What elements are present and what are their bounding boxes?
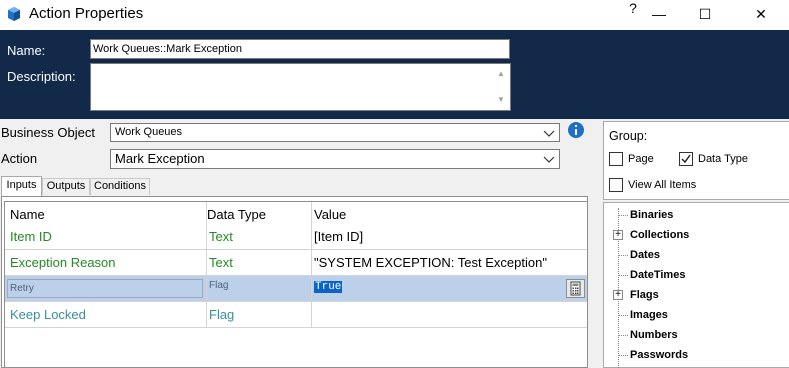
properties-header: Name: Work Queues::Mark Exception Descri… [0, 30, 789, 119]
tree-node-passwords[interactable]: Passwords [630, 349, 688, 361]
tree-connector [618, 215, 628, 216]
table-row[interactable]: Exception Reason Text "SYSTEM EXCEPTION:… [5, 250, 587, 276]
group-label: Group: [609, 129, 648, 143]
group-panel: Group: Page Data Type View All Items [603, 121, 789, 200]
param-type: Flag [209, 280, 229, 291]
expression-editor-button[interactable] [566, 279, 585, 298]
action-dropdown[interactable]: Mark Exception [110, 149, 560, 169]
description-scrollbar[interactable]: ▲ ▼ [493, 64, 510, 110]
description-label: Description: [7, 69, 76, 84]
name-field[interactable]: Work Queues::Mark Exception [90, 39, 510, 59]
param-value-editor[interactable]: True [314, 281, 343, 293]
data-type-checkbox[interactable] [679, 152, 693, 166]
column-header-data-type[interactable]: Data Type [207, 207, 266, 222]
title-bar: Action Properties ? — ☐ ✕ [0, 0, 789, 30]
page-checkbox[interactable] [609, 152, 623, 166]
tab-inputs[interactable]: Inputs [1, 176, 42, 196]
column-divider [206, 202, 207, 327]
name-label: Name: [7, 43, 46, 58]
tree-node-images[interactable]: Images [630, 309, 668, 321]
inputs-grid: Name Data Type Value Item ID Text [Item … [1, 196, 588, 368]
business-object-dropdown[interactable]: Work Queues [110, 123, 560, 142]
tree-connector [618, 315, 628, 316]
tree-connector [618, 255, 628, 256]
grid-body: Name Data Type Value Item ID Text [Item … [4, 201, 587, 367]
tab-outputs[interactable]: Outputs [42, 178, 90, 195]
tree-connector [618, 355, 628, 356]
tree-node-datetimes[interactable]: DateTimes [630, 269, 685, 281]
close-button[interactable]: ✕ [738, 0, 784, 30]
business-object-label: Business Object [1, 125, 95, 140]
column-header-value[interactable]: Value [314, 207, 346, 222]
param-name: Item ID [10, 229, 52, 244]
tree-node-collections[interactable]: Collections [630, 229, 689, 241]
window-title: Action Properties [29, 5, 144, 22]
param-value[interactable]: [Item ID] [314, 229, 363, 244]
expand-flags-icon[interactable]: + [613, 290, 623, 300]
action-value: Mark Exception [115, 151, 205, 166]
param-type: Text [209, 229, 233, 244]
tree-node-flags[interactable]: Flags [630, 289, 659, 301]
action-label: Action [1, 151, 38, 166]
chevron-down-icon[interactable] [543, 152, 555, 166]
expand-collections-icon[interactable]: + [613, 230, 623, 240]
data-item-tree: Binaries + Collections Dates DateTimes +… [603, 202, 789, 368]
view-all-items-checkbox[interactable] [609, 178, 623, 192]
table-row-selected[interactable]: Retry Flag True [5, 276, 587, 302]
param-name: Retry [7, 279, 203, 298]
business-object-value: Work Queues [115, 126, 183, 138]
info-icon[interactable] [568, 122, 584, 138]
calculator-icon [570, 281, 581, 296]
maximize-button[interactable]: ☐ [682, 0, 728, 30]
table-row[interactable]: Item ID Text [Item ID] [5, 224, 587, 250]
view-all-items-label: View All Items [628, 179, 697, 191]
minimize-button[interactable]: — [636, 0, 682, 30]
table-row[interactable]: Keep Locked Flag [5, 302, 587, 328]
param-type: Text [209, 255, 233, 270]
param-value[interactable]: "SYSTEM EXCEPTION: Test Exception" [314, 255, 547, 270]
page-checkbox-label: Page [628, 153, 654, 165]
tree-connector [618, 335, 628, 336]
data-type-checkbox-label: Data Type [698, 153, 748, 165]
blue-prism-app-icon [6, 6, 22, 22]
param-name: Exception Reason [10, 255, 116, 270]
column-divider [311, 202, 312, 327]
scroll-down-icon[interactable]: ▼ [497, 95, 505, 104]
chevron-down-icon[interactable] [543, 126, 555, 140]
tab-conditions[interactable]: Conditions [90, 178, 150, 195]
param-name: Keep Locked [10, 307, 86, 322]
param-type: Flag [209, 307, 235, 322]
tree-node-numbers[interactable]: Numbers [630, 329, 678, 341]
scroll-up-icon[interactable]: ▲ [497, 69, 505, 78]
description-field[interactable]: ▲ ▼ [90, 63, 511, 111]
tree-node-dates[interactable]: Dates [630, 249, 660, 261]
tree-connector [618, 275, 628, 276]
column-header-name[interactable]: Name [10, 207, 45, 222]
checkmark-icon [681, 154, 691, 164]
tree-node-binaries[interactable]: Binaries [630, 209, 673, 221]
